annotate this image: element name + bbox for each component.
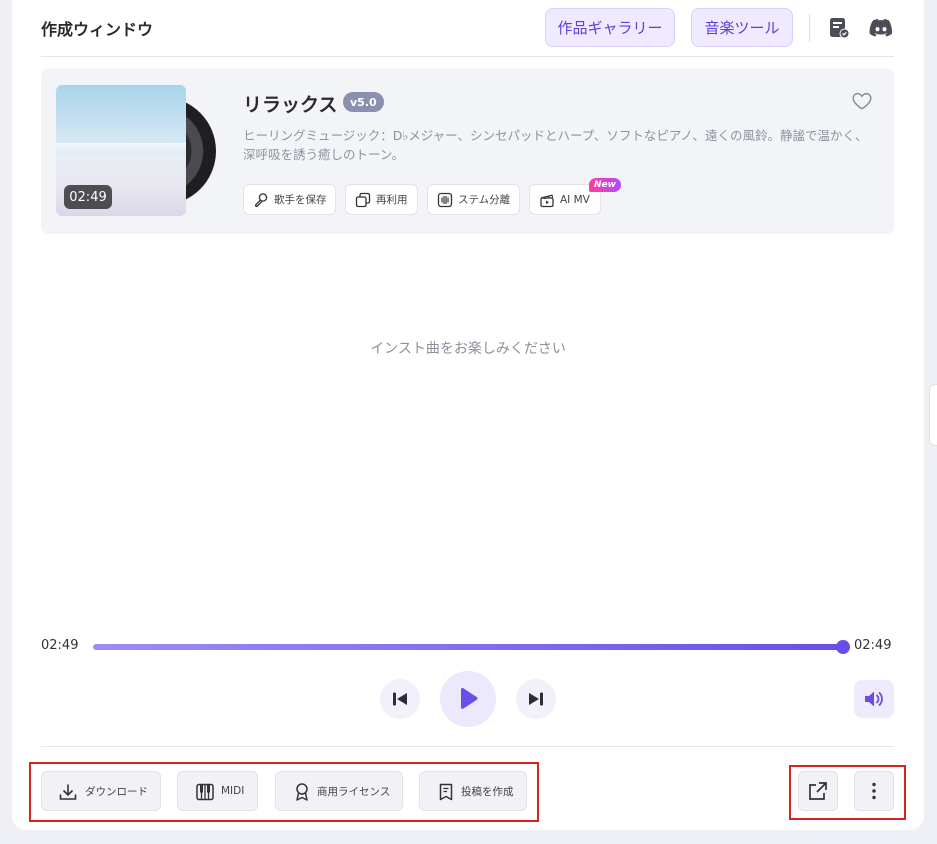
song-card[interactable]: 02:49 リラックス v5.0 ヒーリングミュージック：D♭メジャー、シンセパ… [41, 68, 894, 234]
discord-icon[interactable] [867, 14, 895, 42]
next-button[interactable] [516, 679, 556, 719]
volume-icon [865, 691, 883, 707]
microphone-icon [254, 193, 268, 208]
progress-track[interactable] [93, 640, 850, 654]
gallery-button[interactable]: 作品ギャラリー [545, 8, 675, 47]
highlight-box-actions [29, 762, 539, 822]
total-time: 02:49 [854, 638, 892, 653]
stem-split-button[interactable]: ステム分離 [427, 184, 520, 215]
progress-fill [93, 644, 843, 650]
waveform-icon [437, 192, 453, 208]
progress-knob[interactable] [836, 640, 850, 654]
volume-button[interactable] [854, 680, 894, 718]
previous-button[interactable] [380, 679, 420, 719]
song-title: リラックス [243, 94, 338, 116]
page-title: 作成ウィンドウ [41, 20, 154, 39]
skip-previous-icon [393, 692, 407, 706]
music-tools-button[interactable]: 音楽ツール [691, 8, 793, 47]
ai-mv-label: AI MV [560, 193, 590, 206]
current-time: 02:49 [41, 638, 79, 653]
side-drawer-handle[interactable] [929, 384, 937, 446]
header-divider [809, 14, 810, 42]
play-button[interactable] [440, 671, 496, 727]
stem-split-label: ステム分離 [458, 194, 511, 206]
creation-panel: 作成ウィンドウ 作品ギャラリー 音楽ツール 02:49 リラックス v5.0 ヒ… [12, 0, 924, 830]
skip-next-icon [529, 692, 543, 706]
version-badge: v5.0 [343, 92, 384, 112]
copy-icon [355, 192, 371, 208]
actions-divider [41, 746, 894, 747]
reuse-label: 再利用 [376, 194, 408, 206]
reuse-button[interactable]: 再利用 [345, 184, 418, 215]
save-singer-button[interactable]: 歌手を保存 [243, 184, 336, 215]
task-list-icon[interactable] [825, 14, 853, 42]
new-badge: New [589, 178, 621, 192]
duration-badge: 02:49 [64, 185, 112, 209]
heart-icon[interactable] [851, 90, 873, 112]
save-singer-label: 歌手を保存 [274, 194, 327, 206]
empty-lyrics-message: インスト曲をお楽しみください [370, 341, 566, 357]
panel-header: 作成ウィンドウ 作品ギャラリー 音楽ツール [41, 0, 894, 57]
song-description: ヒーリングミュージック：D♭メジャー、シンセパッドとハープ、ソフトなピアノ、遠く… [243, 128, 868, 162]
play-icon [461, 687, 478, 709]
cover-art[interactable]: 02:49 [56, 85, 216, 216]
highlight-box-share-more [789, 765, 906, 820]
clapper-icon [540, 194, 554, 208]
